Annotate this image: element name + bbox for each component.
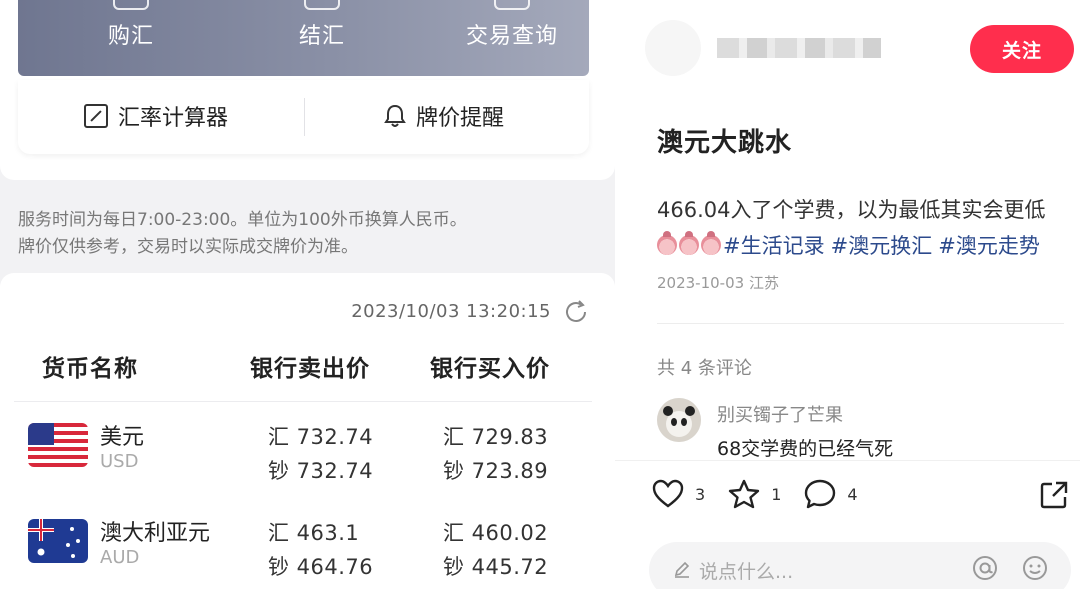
header-bank-sell: 银行卖出价 (250, 356, 370, 382)
bank-app-panel: 购汇 结汇 交易查询 汇率计算器 牌价提醒 服务时间为每日7:00-23:00。… (0, 0, 615, 589)
service-notice: 服务时间为每日7:00-23:00。单位为100外币换算人民币。 牌价仅供参考，… (18, 207, 598, 261)
top-card: 购汇 结汇 交易查询 汇率计算器 牌价提醒 (0, 0, 615, 180)
chat-bubble-icon (805, 479, 836, 509)
commenter-name[interactable]: 别买镯子了芒果 (717, 401, 843, 427)
notice-line-1: 服务时间为每日7:00-23:00。单位为100外币换算人民币。 (18, 210, 467, 230)
post-panel: 关注 澳元大跳水 466.04入了个学费，以为最低其实会更低 #生活记录 #澳元换… (615, 0, 1080, 589)
at-icon[interactable] (971, 554, 999, 582)
tool-bar: 汇率计算器 牌价提醒 (18, 80, 589, 154)
tag-aud-trend[interactable]: #澳元走势 (938, 234, 1040, 258)
rates-timestamp: 2023/10/03 13:20:15 (351, 301, 551, 322)
comment-action-count: 4 (847, 484, 858, 504)
post-date-location: 2023-10-03 江苏 (657, 274, 779, 292)
post-body: 466.04入了个学费，以为最低其实会更低 #生活记录 #澳元换汇 #澳元走势 (657, 192, 1067, 264)
header-divider (14, 401, 592, 402)
table-row[interactable]: 美元 USD 汇 732.74 钞 732.74 汇 729.83 钞 723.… (0, 419, 615, 509)
action-bar: 3 1 4 (651, 478, 880, 510)
header-bank-buy: 银行买入价 (430, 356, 550, 382)
refresh-icon[interactable] (563, 299, 589, 325)
price-alert-button[interactable]: 牌价提醒 (384, 100, 504, 132)
rate-calculator-label: 汇率计算器 (118, 106, 229, 131)
buy-wire-rate: 汇 460.02 (443, 521, 549, 545)
table-row[interactable]: 澳大利亚元 AUD 汇 463.1 钞 464.76 汇 460.02 钞 44… (0, 515, 615, 589)
post-tags: #生活记录 #澳元换汇 #澳元走势 (657, 228, 1067, 264)
comment-count: 共 4 条评论 (657, 358, 752, 379)
tag-life-record[interactable]: #生活记录 (723, 234, 825, 258)
like-button[interactable]: 3 (651, 478, 705, 510)
rates-table: 2023/10/03 13:20:15 货币名称 银行卖出价 银行买入价 美元 … (0, 273, 615, 589)
sell-fx-button[interactable]: 结汇 (299, 0, 346, 50)
emoji-icon[interactable] (1021, 554, 1049, 582)
favorite-count: 1 (771, 484, 782, 504)
comment-button[interactable]: 4 (803, 478, 858, 510)
buy-fx-button[interactable]: 购汇 (108, 0, 155, 50)
action-divider (615, 460, 1080, 461)
crying-emoji-icon (657, 231, 677, 255)
rate-calculator-button[interactable]: 汇率计算器 (84, 100, 228, 132)
tag-aud-exchange[interactable]: #澳元换汇 (831, 234, 933, 258)
commenter-avatar[interactable] (657, 398, 701, 442)
sell-fx-label: 结汇 (299, 24, 346, 49)
exchange-banner: 购汇 结汇 交易查询 (18, 0, 589, 76)
like-count: 3 (695, 484, 706, 504)
buy-wire-rate: 汇 729.83 (443, 425, 549, 449)
header-currency: 货币名称 (42, 356, 138, 382)
heart-icon (652, 479, 684, 508)
sell-cash-rate: 钞 732.74 (268, 459, 374, 483)
comment-placeholder: 说点什么... (699, 561, 794, 583)
calculator-icon (84, 104, 108, 128)
buy-fx-label: 购汇 (108, 24, 155, 49)
share-icon[interactable] (1039, 480, 1069, 510)
comment-input[interactable]: 说点什么... (649, 542, 1071, 589)
transaction-query-icon (494, 0, 530, 10)
crying-emoji-icon (679, 231, 699, 255)
author-avatar[interactable] (645, 20, 701, 76)
favorite-button[interactable]: 1 (727, 478, 781, 510)
tool-divider (304, 98, 305, 136)
currency-name: 美元 (100, 425, 145, 450)
crying-emoji-icon (701, 231, 721, 255)
buy-fx-icon (113, 0, 149, 10)
transaction-query-button[interactable]: 交易查询 (466, 0, 559, 50)
sell-fx-icon (304, 0, 340, 10)
comment-text: 68交学费的已经气死 (717, 438, 894, 460)
price-alert-label: 牌价提醒 (416, 106, 505, 131)
currency-name: 澳大利亚元 (100, 521, 211, 546)
sell-wire-rate: 汇 463.1 (268, 521, 360, 545)
follow-button[interactable]: 关注 (970, 25, 1074, 73)
transaction-query-label: 交易查询 (466, 24, 559, 49)
pencil-icon (674, 561, 690, 578)
notice-line-2: 牌价仅供参考，交易时以实际成交牌价为准。 (18, 237, 358, 257)
star-icon (728, 479, 760, 509)
currency-code: AUD (100, 547, 140, 568)
us-flag-icon (28, 423, 88, 467)
buy-cash-rate: 钞 445.72 (443, 555, 549, 579)
sell-cash-rate: 钞 464.76 (268, 555, 374, 579)
buy-cash-rate: 钞 723.89 (443, 459, 549, 483)
sell-wire-rate: 汇 732.74 (268, 425, 374, 449)
post-text: 466.04入了个学费，以为最低其实会更低 (657, 198, 1046, 222)
bell-icon (384, 104, 406, 127)
author-name-blurred[interactable] (717, 38, 881, 58)
content-divider (657, 323, 1064, 324)
post-title: 澳元大跳水 (657, 128, 793, 158)
currency-code: USD (100, 451, 139, 472)
au-flag-icon (28, 519, 88, 563)
